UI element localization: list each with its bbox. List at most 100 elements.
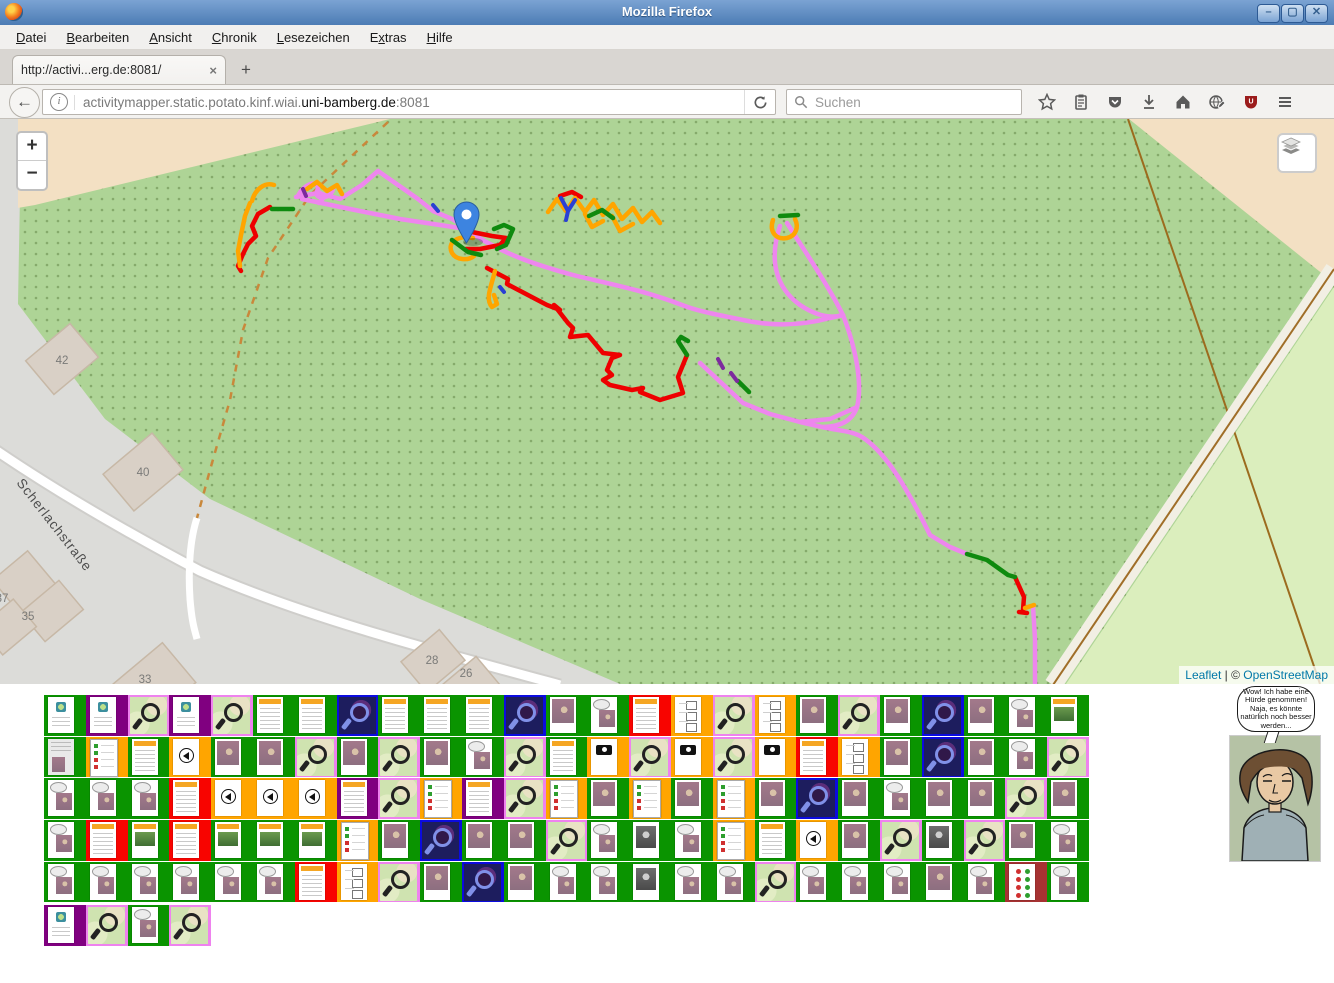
home-icon[interactable]	[1166, 88, 1200, 116]
activity-tile-photo[interactable]	[462, 820, 504, 861]
activity-tile-mapd[interactable]	[462, 862, 504, 903]
pocket-icon[interactable]	[1098, 88, 1132, 116]
activity-tile-photo[interactable]	[504, 862, 546, 903]
activity-tile-bubble[interactable]	[964, 862, 1006, 903]
activity-tile-photo[interactable]	[880, 737, 922, 778]
url-bar[interactable]: i activitymapper.static.potato.kinf.wiai…	[42, 89, 776, 115]
activity-tile-bubble[interactable]	[169, 862, 211, 903]
activity-tile-photo[interactable]	[337, 737, 379, 778]
activity-tile-bubble[interactable]	[44, 778, 86, 819]
activity-tile-bubble[interactable]	[1047, 820, 1089, 861]
activity-tile-photo[interactable]	[755, 778, 797, 819]
activity-tile-form[interactable]	[420, 695, 462, 736]
activity-tile-dots[interactable]	[1005, 862, 1047, 903]
star-icon[interactable]	[1030, 88, 1064, 116]
activity-tile-map[interactable]	[755, 862, 797, 903]
activity-tile-camera[interactable]	[671, 737, 713, 778]
activity-tile-map[interactable]	[504, 737, 546, 778]
new-tab-button[interactable]: +	[232, 58, 260, 82]
activity-tile-bubble[interactable]	[671, 862, 713, 903]
activity-tile-form[interactable]	[378, 695, 420, 736]
activity-tile-map[interactable]	[629, 737, 671, 778]
activity-tile-photo[interactable]	[922, 778, 964, 819]
extension-globe-icon[interactable]	[1200, 88, 1234, 116]
activity-tile-boxes[interactable]	[671, 695, 713, 736]
activity-tile-photo[interactable]	[378, 820, 420, 861]
activity-tile-map[interactable]	[295, 737, 337, 778]
activity-tile-photo[interactable]	[964, 695, 1006, 736]
activity-tile-checklist[interactable]	[713, 778, 755, 819]
activity-tile-bubble[interactable]	[86, 862, 128, 903]
activity-tile-speaker[interactable]	[253, 778, 295, 819]
activity-tile-mapd[interactable]	[796, 778, 838, 819]
activity-tile-photo[interactable]	[420, 737, 462, 778]
activity-tile-boxes[interactable]	[755, 695, 797, 736]
activity-tile-frame[interactable]	[629, 820, 671, 861]
activity-tile-map[interactable]	[211, 695, 253, 736]
activity-tile-form[interactable]	[86, 820, 128, 861]
activity-tile-bubble[interactable]	[1005, 695, 1047, 736]
activity-tile-photo[interactable]	[796, 695, 838, 736]
activity-tile-form[interactable]	[796, 737, 838, 778]
activity-tile-app[interactable]	[86, 695, 128, 736]
activity-tile-photo[interactable]	[838, 820, 880, 861]
minimize-button[interactable]: –	[1257, 4, 1280, 23]
zoom-out-button[interactable]: −	[18, 161, 46, 188]
activity-tile-form[interactable]	[128, 737, 170, 778]
activity-tile-bubble[interactable]	[86, 778, 128, 819]
activity-tile-bubble[interactable]	[713, 862, 755, 903]
activity-tile-map[interactable]	[86, 905, 128, 946]
activity-tile-speaker[interactable]	[211, 778, 253, 819]
activity-tile-map[interactable]	[964, 820, 1006, 861]
menu-item-lesezeichen[interactable]: Lesezeichen	[267, 27, 360, 48]
activity-tile-map[interactable]	[838, 695, 880, 736]
activity-tile-bubble[interactable]	[880, 778, 922, 819]
activity-tile-frame[interactable]	[922, 820, 964, 861]
activity-tile-app[interactable]	[44, 695, 86, 736]
menu-item-datei[interactable]: Datei	[6, 27, 56, 48]
download-icon[interactable]	[1132, 88, 1166, 116]
url-text[interactable]: activitymapper.static.potato.kinf.wiai.u…	[74, 95, 744, 110]
osm-link[interactable]: OpenStreetMap	[1243, 668, 1328, 682]
activity-tile-bubble[interactable]	[671, 820, 713, 861]
activity-tile-photo[interactable]	[420, 862, 462, 903]
activity-tile-camera[interactable]	[587, 737, 629, 778]
activity-tile-map[interactable]	[378, 862, 420, 903]
zoom-in-button[interactable]: +	[18, 133, 46, 161]
activity-tile-map[interactable]	[546, 820, 588, 861]
activity-tile-photo[interactable]	[211, 737, 253, 778]
maximize-button[interactable]: ▢	[1281, 4, 1304, 23]
site-info-icon[interactable]: i	[50, 93, 68, 111]
activity-tile-photo[interactable]	[964, 737, 1006, 778]
activity-tile-mapd[interactable]	[504, 695, 546, 736]
activity-tile-form[interactable]	[295, 695, 337, 736]
activity-tile-bubble[interactable]	[128, 862, 170, 903]
activity-tile-photo[interactable]	[253, 737, 295, 778]
search-input[interactable]	[813, 94, 997, 111]
back-button[interactable]: ←	[9, 87, 40, 118]
activity-tile-map[interactable]	[880, 820, 922, 861]
leaflet-link[interactable]: Leaflet	[1185, 668, 1221, 682]
activity-tile-photo[interactable]	[504, 820, 546, 861]
activity-tile-checklist[interactable]	[420, 778, 462, 819]
activity-tile-bubble[interactable]	[128, 905, 170, 946]
reload-button[interactable]	[744, 90, 775, 114]
activity-tile-bubble[interactable]	[587, 695, 629, 736]
activity-tile-forest[interactable]	[295, 820, 337, 861]
activity-tile-mapd[interactable]	[420, 820, 462, 861]
activity-tile-photo[interactable]	[587, 778, 629, 819]
activity-tile-bubble[interactable]	[44, 820, 86, 861]
activity-tile-mapd[interactable]	[337, 695, 379, 736]
activity-tile-app[interactable]	[44, 905, 86, 946]
activity-tile-bubble[interactable]	[587, 862, 629, 903]
activity-tile-forest[interactable]	[128, 820, 170, 861]
activity-tile-form[interactable]	[169, 778, 211, 819]
activity-tile-mapd[interactable]	[922, 737, 964, 778]
activity-tile-boxes[interactable]	[337, 862, 379, 903]
bookmarks-icon[interactable]	[1064, 88, 1098, 116]
activity-tile-map[interactable]	[504, 778, 546, 819]
activity-tile-form[interactable]	[546, 737, 588, 778]
activity-tile-map[interactable]	[169, 905, 211, 946]
activity-tile-map[interactable]	[713, 695, 755, 736]
activity-tile-form[interactable]	[629, 695, 671, 736]
